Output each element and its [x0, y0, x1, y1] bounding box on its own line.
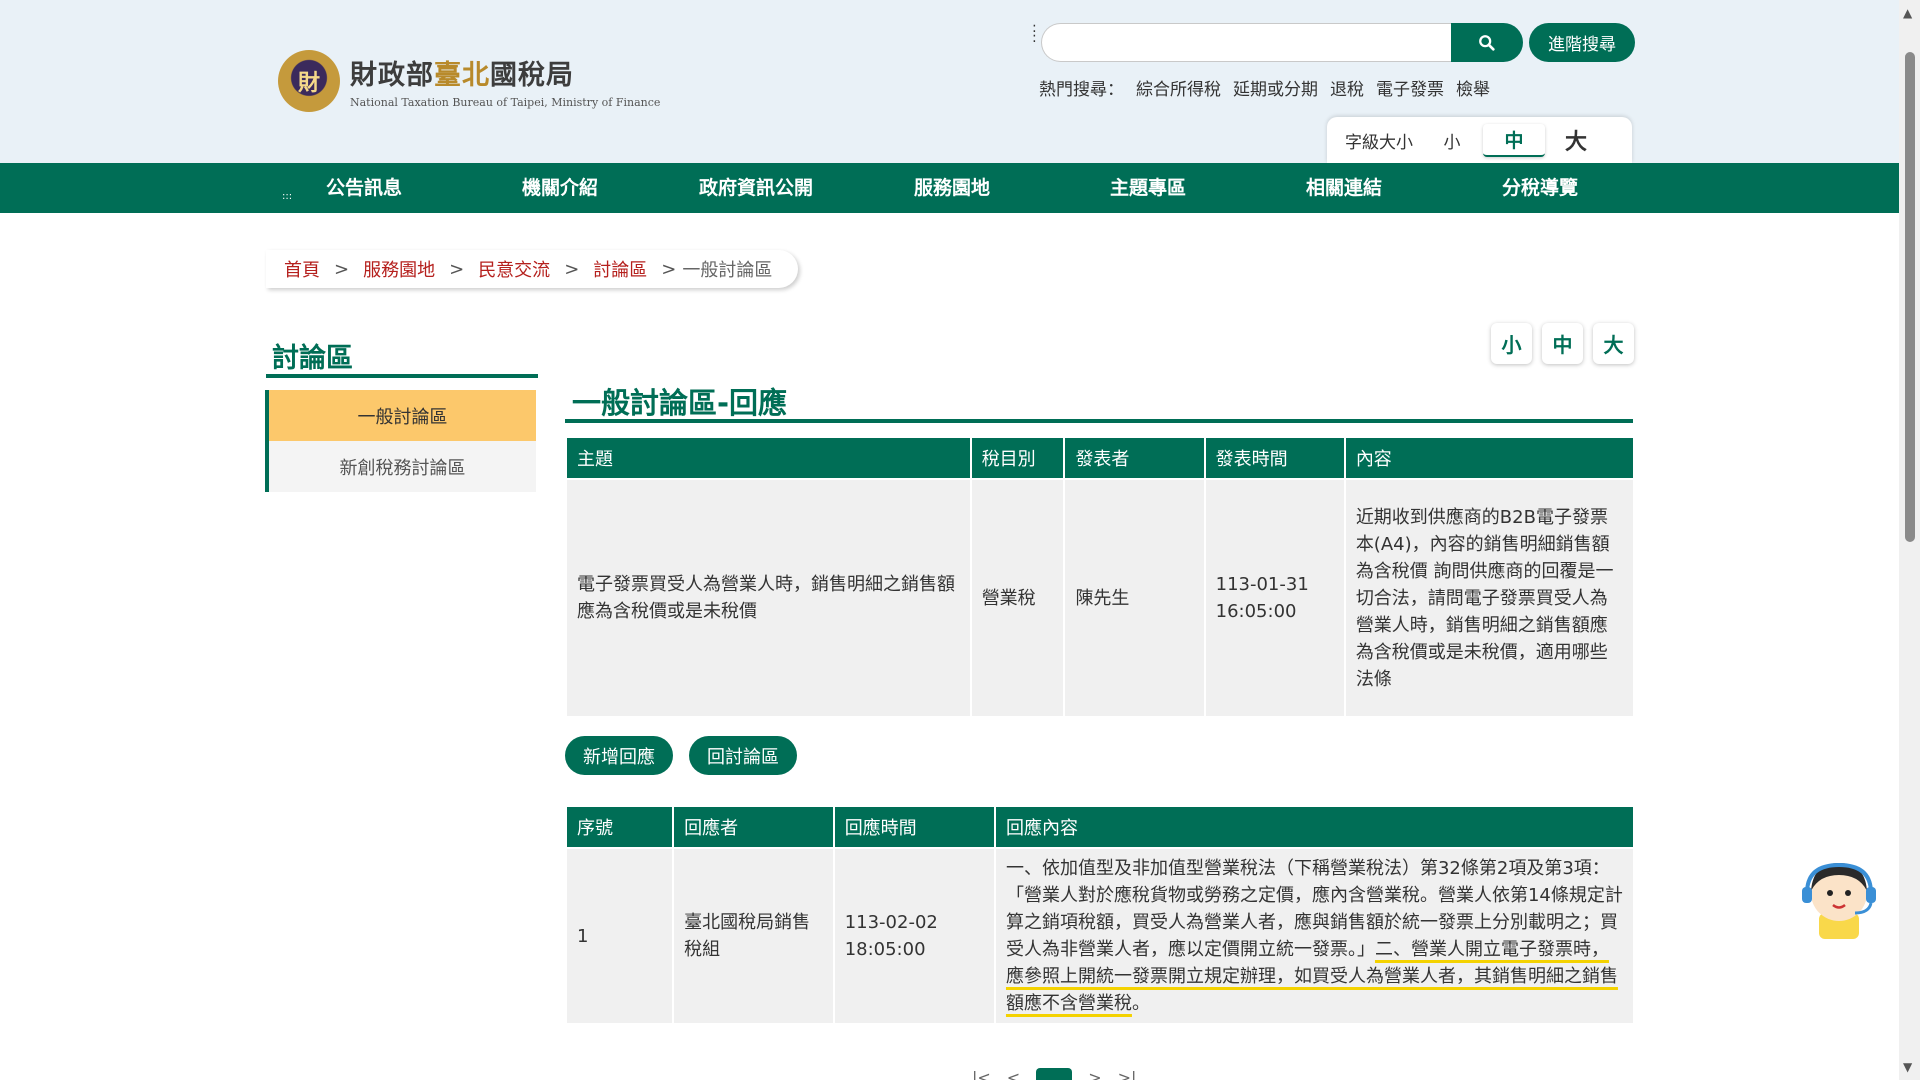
content-font-small-button[interactable]: 小: [1491, 323, 1532, 364]
header-subject: 主題: [567, 438, 970, 478]
table-header-row: 序號 回應者 回應時間 回應內容: [567, 807, 1633, 847]
search-button[interactable]: [1451, 23, 1523, 62]
font-size-small[interactable]: 小: [1421, 128, 1483, 153]
breadcrumb-home[interactable]: 首頁: [284, 256, 320, 282]
breadcrumb-separator: >: [661, 258, 677, 280]
hot-search-label: 熱門搜尋：: [1039, 80, 1124, 100]
last-page-icon[interactable]: >|: [1118, 1068, 1137, 1080]
pagination: |< < > >|: [972, 1068, 1136, 1080]
table-row: 電子發票買受人為營業人時，銷售明細之銷售額應為含稅價或是未稅價 營業稅 陳先生 …: [567, 480, 1633, 716]
content-font-large-button[interactable]: 大: [1593, 323, 1634, 364]
header-tax-type: 稅目別: [971, 438, 1064, 478]
page-scrollbar[interactable]: ▲ ▼: [1899, 0, 1920, 1080]
topic-subject: 電子發票買受人為營業人時，銷售明細之銷售額應為含稅價或是未稅價: [567, 480, 970, 716]
hot-search-link[interactable]: 電子發票: [1376, 75, 1444, 100]
site-logo[interactable]: 財 財政部臺北國稅局 National Taxation Bureau of T…: [278, 50, 660, 112]
hot-search-link[interactable]: 退稅: [1330, 75, 1364, 100]
table-row: 1 臺北國稅局銷售稅組 113-02-02 18:05:00 一、依加值型及非加值…: [567, 849, 1633, 1023]
nav-item-topics[interactable]: 主題專區: [1050, 163, 1246, 213]
font-size-medium[interactable]: 中: [1483, 123, 1545, 157]
main-nav: ::: 公告訊息 機關介紹 政府資訊公開 服務園地 主題專區 相關連結 分稅導覽: [0, 163, 1899, 213]
nav-item-gov-info[interactable]: 政府資訊公開: [658, 163, 854, 213]
header-reply-time: 回應時間: [834, 807, 994, 847]
nav-item-announcements[interactable]: 公告訊息: [266, 163, 462, 213]
reply-time: 113-02-02 18:05:00: [834, 849, 994, 1023]
scroll-up-icon[interactable]: ▲: [1903, 6, 1912, 20]
table-header-row: 主題 稅目別 發表者 發表時間 內容: [567, 438, 1633, 478]
hot-search-link[interactable]: 延期或分期: [1233, 75, 1318, 100]
content-font-size-buttons: 小 中 大: [1491, 323, 1634, 364]
header-number: 序號: [567, 807, 673, 847]
topic-table: 主題 稅目別 發表者 發表時間 內容 電子發票買受人為營業人時，銷售明細之銷售額…: [565, 436, 1635, 718]
breadcrumb-current: 一般討論區: [682, 260, 773, 281]
advanced-search-button[interactable]: 進階搜尋: [1529, 23, 1635, 62]
header-content: 內容: [1345, 438, 1633, 478]
nav-item-branches[interactable]: 分稅導覽: [1442, 163, 1638, 213]
topic-author: 陳先生: [1065, 480, 1204, 716]
scroll-down-icon[interactable]: ▼: [1903, 1060, 1912, 1074]
topic-post-time: 113-01-31 16:05:00: [1205, 480, 1344, 716]
font-size-switcher: 字級大小 小 中 大: [1327, 117, 1632, 163]
breadcrumb-separator: >: [334, 258, 350, 280]
breadcrumb-public-opinion[interactable]: 民意交流: [478, 256, 550, 282]
accesskey-marker: ::: [1032, 20, 1037, 46]
search-input[interactable]: [1041, 23, 1451, 62]
logo-text: 財政部臺北國稅局 National Taxation Bureau of Tai…: [350, 53, 660, 109]
reply-table: 序號 回應者 回應時間 回應內容 1 臺北國稅局銷售稅組 113-02-02 18…: [565, 805, 1635, 1025]
nav-item-services[interactable]: 服務園地: [854, 163, 1050, 213]
site-header: 財 財政部臺北國稅局 National Taxation Bureau of T…: [0, 0, 1899, 163]
logo-english-name: National Taxation Bureau of Taipei, Mini…: [350, 96, 661, 109]
hot-search: 熱門搜尋： 綜合所得稅 延期或分期 退稅 電子發票 檢舉: [1039, 75, 1490, 100]
reply-content: 一、依加值型及非加值型營業稅法（下稱營業稅法）第32條第2項及第3項：「營業人對…: [995, 849, 1633, 1023]
title-divider: [565, 419, 1633, 423]
scrollbar-thumb[interactable]: [1905, 52, 1915, 542]
font-size-large[interactable]: 大: [1545, 124, 1607, 156]
breadcrumb-separator: >: [449, 258, 465, 280]
breadcrumb-separator: >: [564, 258, 580, 280]
hot-search-link[interactable]: 檢舉: [1456, 75, 1490, 100]
sidebar-divider: [266, 374, 538, 378]
topic-content: 近期收到供應商的B2B電子發票本(A4)，內容的銷售明細銷售額為含稅價 詢問供應…: [1345, 480, 1633, 716]
header-responder: 回應者: [674, 807, 833, 847]
sidebar-menu: 一般討論區 新創稅務討論區: [265, 390, 536, 492]
search-bar: :: 進階搜尋: [1032, 21, 1635, 62]
next-page-icon[interactable]: >: [1088, 1068, 1101, 1080]
header-post-time: 發表時間: [1205, 438, 1344, 478]
service-mascot-icon[interactable]: [1797, 857, 1881, 941]
add-reply-button[interactable]: 新增回應: [565, 736, 673, 775]
reply-responder: 臺北國稅局銷售稅組: [674, 849, 833, 1023]
search-icon: [1479, 34, 1495, 51]
breadcrumb-services[interactable]: 服務園地: [363, 256, 435, 282]
logo-chinese-name: 財政部臺北國稅局: [350, 60, 574, 91]
content-font-medium-button[interactable]: 中: [1542, 323, 1583, 364]
nav-item-about[interactable]: 機關介紹: [462, 163, 658, 213]
topic-tax-type: 營業稅: [971, 480, 1064, 716]
sidebar-title: 討論區: [272, 343, 353, 374]
breadcrumb: 首頁 > 服務園地 > 民意交流 > 討論區 > 一般討論區: [266, 250, 799, 288]
action-buttons: 新增回應 回討論區: [565, 736, 797, 775]
breadcrumb-forum[interactable]: 討論區: [593, 256, 647, 282]
back-to-forum-button[interactable]: 回討論區: [689, 736, 797, 775]
sidebar-item-startup-forum[interactable]: 新創稅務討論區: [269, 441, 536, 492]
page-title: 一般討論區-回應: [572, 386, 788, 420]
nav-item-links[interactable]: 相關連結: [1246, 163, 1442, 213]
first-page-icon[interactable]: |<: [972, 1068, 991, 1080]
reply-content-end: 。: [1131, 993, 1150, 1014]
header-reply-content: 回應內容: [995, 807, 1633, 847]
current-page-button[interactable]: [1036, 1068, 1073, 1080]
prev-page-icon[interactable]: <: [1007, 1068, 1020, 1080]
font-size-label: 字級大小: [1345, 132, 1413, 153]
hot-search-link[interactable]: 綜合所得稅: [1136, 75, 1221, 100]
emblem-icon: 財: [278, 50, 340, 112]
reply-number: 1: [567, 849, 673, 1023]
sidebar-item-general-forum[interactable]: 一般討論區: [269, 390, 536, 441]
header-author: 發表者: [1065, 438, 1204, 478]
